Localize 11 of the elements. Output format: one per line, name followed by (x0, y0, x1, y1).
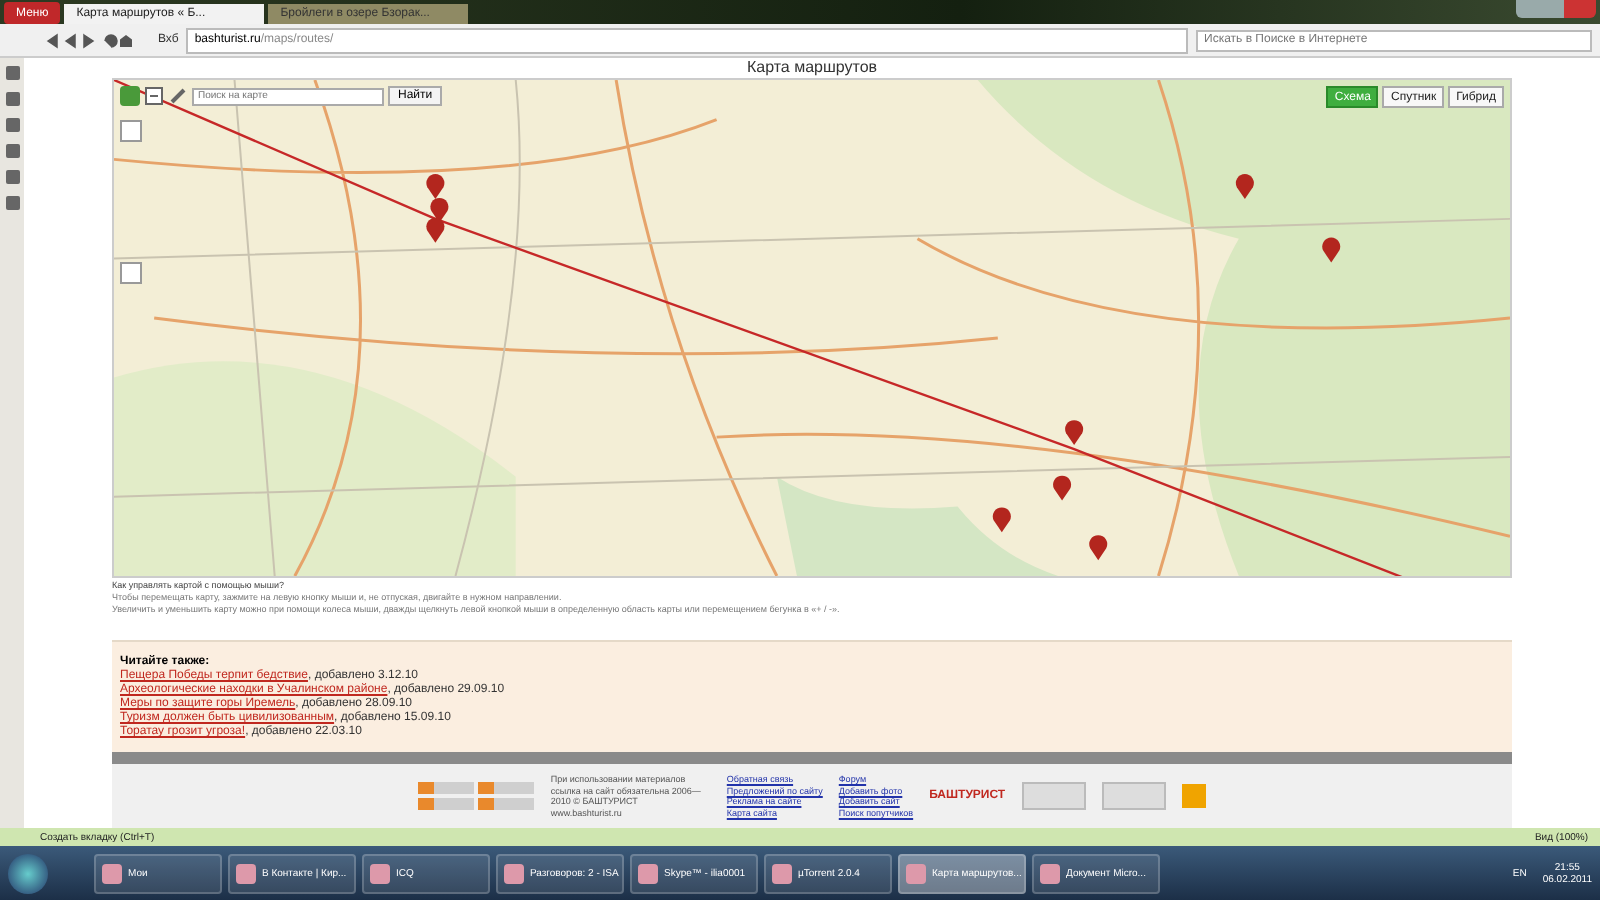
zoom-area-icon[interactable] (144, 86, 164, 106)
page-title: Карта маршрутов (744, 58, 880, 78)
start-button[interactable] (8, 853, 48, 893)
window-controls-icon[interactable] (1516, 0, 1596, 18)
counter-badge-icon[interactable] (418, 782, 475, 794)
counter-badge-icon[interactable] (478, 782, 535, 794)
counter-badge-icon[interactable] (418, 798, 475, 810)
ruler-icon[interactable] (168, 86, 188, 106)
counter-badge-icon[interactable] (478, 798, 535, 810)
counter-badge-icon[interactable] (1101, 782, 1166, 810)
counter-badge-icon[interactable] (1021, 782, 1086, 810)
